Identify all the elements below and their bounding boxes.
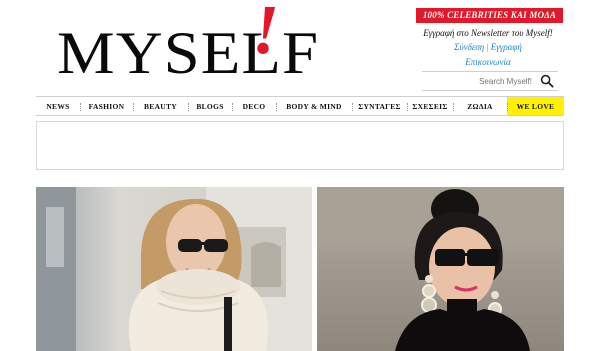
article-photo-left[interactable] bbox=[36, 187, 312, 351]
login-link[interactable]: Σύνδεση bbox=[454, 42, 484, 52]
promo-banner[interactable]: 100% CELEBRITIES ΚΑΙ ΜΟΔΑ bbox=[416, 8, 563, 23]
auth-links: Σύνδεση | Εγγραφή bbox=[408, 42, 568, 52]
contact-link[interactable]: Επικοινωνία bbox=[408, 57, 568, 67]
ad-banner-slot bbox=[36, 121, 564, 170]
photo-dark-haired-woman bbox=[317, 187, 564, 351]
nav-item-recipes[interactable]: ΣΥΝΤΑΓΕΣ bbox=[352, 97, 407, 115]
article-photo-right[interactable] bbox=[317, 187, 564, 351]
nav-item-deco[interactable]: DECO bbox=[232, 97, 276, 115]
auth-separator: | bbox=[486, 42, 489, 52]
logo-text: MYSELF bbox=[57, 20, 320, 86]
nav-item-relationships[interactable]: ΣΧΕΣΕΙΣ bbox=[407, 97, 453, 115]
search-icon[interactable] bbox=[540, 74, 554, 88]
nav-item-news[interactable]: NEWS bbox=[36, 97, 80, 115]
nav-item-beauty[interactable]: BEAUTY bbox=[133, 97, 188, 115]
nav-item-horoscope[interactable]: ΖΩΔΙΑ bbox=[453, 97, 507, 115]
search-bar bbox=[422, 71, 558, 91]
nav-item-blogs[interactable]: BLOGS bbox=[188, 97, 232, 115]
nav-item-body-mind[interactable]: BODY & MIND bbox=[276, 97, 352, 115]
nav-item-we-love[interactable]: WE LOVE bbox=[507, 97, 564, 115]
search-input[interactable] bbox=[422, 74, 538, 89]
register-link[interactable]: Εγγραφή bbox=[491, 42, 522, 52]
nav-item-fashion[interactable]: FASHION bbox=[80, 97, 133, 115]
photo-blonde-woman bbox=[36, 187, 312, 351]
newsletter-link[interactable]: Εγγραφή στο Newsletter του Myself! bbox=[408, 28, 568, 38]
main-nav: NEWS FASHION BEAUTY BLOGS DECO BODY & MI… bbox=[36, 96, 564, 116]
logo-exclamation-mark: ! bbox=[252, 0, 280, 69]
